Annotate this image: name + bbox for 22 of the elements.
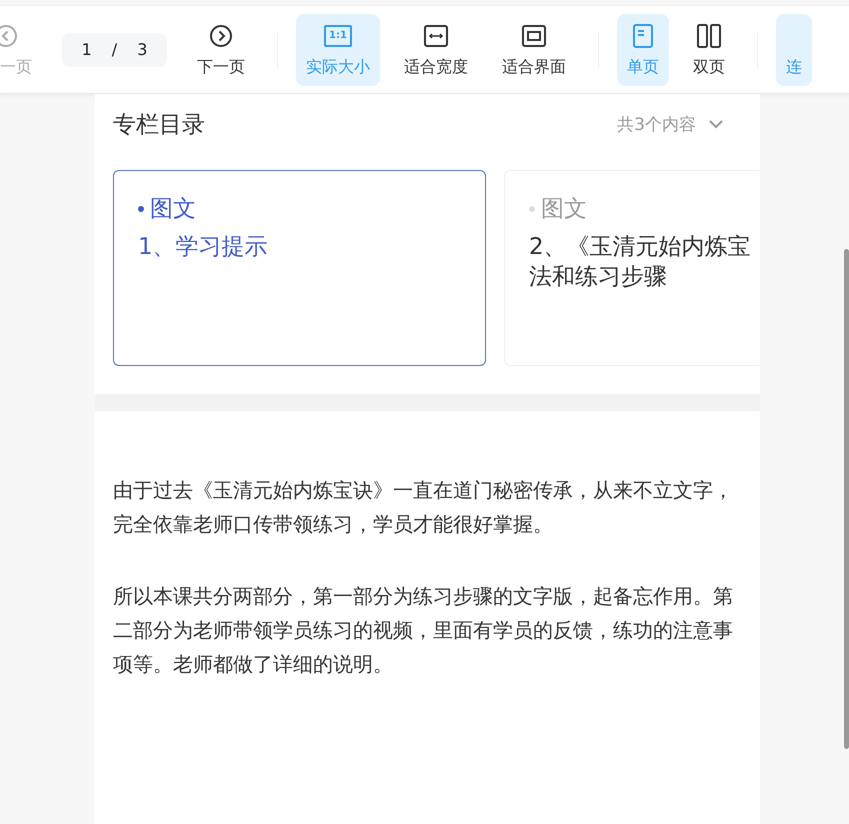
right-chevron-circle-icon: [209, 22, 233, 48]
double-page-icon: [696, 22, 722, 48]
content-type-label: 图文: [138, 193, 461, 224]
catalog-card[interactable]: 图文 1、学习提示: [113, 170, 486, 366]
single-page-icon: [632, 22, 654, 48]
fit-screen-icon: [521, 22, 547, 48]
catalog-title: 专栏目录: [113, 110, 205, 140]
view-button[interactable]: 适合界面: [492, 14, 576, 86]
paragraph: 由于过去《玉清元始内炼宝诀》一直在道门秘密传承，从来不立文字，完全依靠老师口传带领练习，学员才能很好掌握。: [113, 477, 734, 538]
card-title: 1、学习提示: [138, 233, 269, 262]
next-page-button[interactable]: 下一页: [187, 14, 255, 86]
page-field[interactable]: 1 / 3: [62, 32, 167, 66]
scrollbar[interactable]: [844, 249, 849, 749]
card-title: 2、《玉清元始内炼宝 法和练习步骤: [529, 233, 752, 292]
view-button[interactable]: 双页: [683, 14, 735, 86]
paragraph: 所以本课共分两部分，第一部分为练习步骤的文字版，起备忘作用。第二部分为老师带领学员练习的视频，里面有学员的反馈，练功的注意事项等。老师都做了详细的说明。: [113, 583, 734, 678]
actual-size-icon: 1:1: [324, 24, 352, 46]
fit-width-icon: [423, 22, 449, 48]
content-type-label: 图文: [529, 193, 760, 224]
content-count: 共3个内容: [617, 114, 696, 136]
view-button[interactable]: 适合宽度: [394, 14, 478, 86]
chevron-down-icon[interactable]: [708, 119, 724, 129]
